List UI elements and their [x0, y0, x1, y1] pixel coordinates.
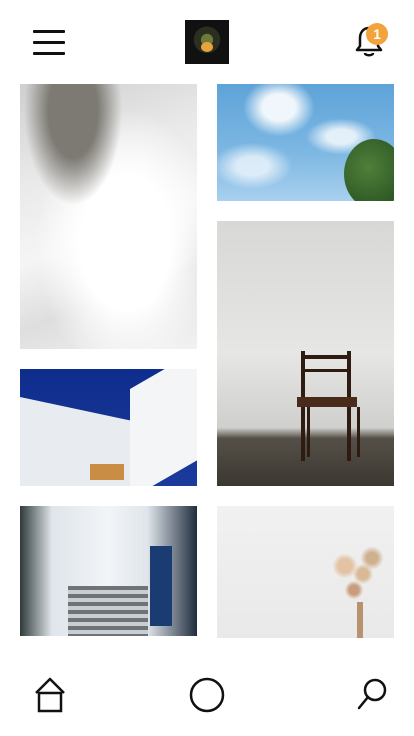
- search-icon[interactable]: [352, 675, 392, 715]
- notification-badge: 1: [366, 23, 388, 45]
- brand-logo[interactable]: [185, 20, 229, 64]
- circle-icon[interactable]: [187, 675, 227, 715]
- gallery-image-chair[interactable]: [217, 221, 394, 486]
- chair-part: [297, 397, 357, 407]
- menu-line: [33, 30, 65, 33]
- house-wall: [130, 369, 197, 486]
- app-header: 1: [0, 0, 414, 84]
- tree: [344, 139, 394, 201]
- menu-line: [33, 52, 65, 55]
- gallery-image-house[interactable]: [20, 369, 197, 486]
- flower-stems: [357, 602, 363, 638]
- home-icon[interactable]: [30, 675, 70, 715]
- gallery-image-street[interactable]: [20, 506, 197, 636]
- house-window: [90, 464, 124, 480]
- gallery-image-bed[interactable]: [20, 84, 197, 349]
- logo-flower: [201, 42, 213, 52]
- chair-part: [357, 407, 360, 457]
- street-door: [150, 546, 172, 626]
- menu-button[interactable]: [33, 30, 65, 56]
- gallery-image-sky[interactable]: [217, 84, 394, 201]
- chair-part: [301, 355, 351, 359]
- chair-part: [301, 369, 351, 372]
- chair-part: [307, 407, 310, 457]
- gallery-image-flowers[interactable]: [217, 506, 394, 638]
- street-stairs: [68, 586, 148, 636]
- menu-line: [33, 41, 65, 44]
- bottom-navigation: [0, 655, 414, 736]
